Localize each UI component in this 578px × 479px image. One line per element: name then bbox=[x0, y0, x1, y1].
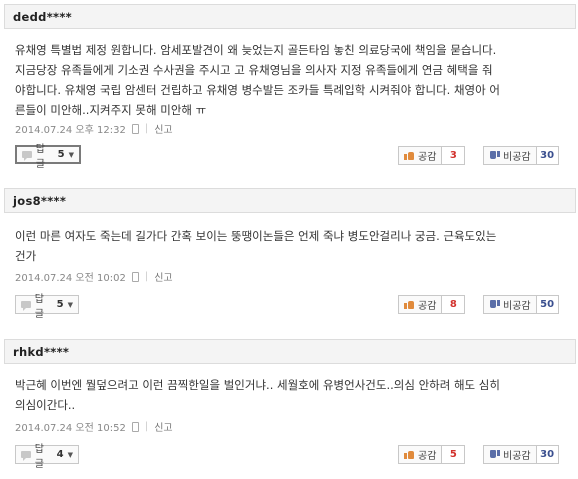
thumbs-down-icon bbox=[489, 299, 500, 310]
mobile-icon bbox=[131, 123, 139, 134]
reply-button[interactable]: 답글 5 ▼ bbox=[15, 294, 79, 320]
comment-line: 야합니다. 유채영 국립 암센터 건립하고 유채영 병수발든 조카들 특례입학 … bbox=[15, 83, 500, 97]
report-link[interactable]: 신고 bbox=[154, 269, 172, 284]
caret-down-icon: ▼ bbox=[67, 300, 73, 309]
thumbs-down-icon bbox=[489, 150, 500, 161]
like-button[interactable]: 공감 bbox=[398, 146, 443, 165]
dislike-label: 비공감 bbox=[503, 301, 531, 312]
speech-bubble-icon bbox=[21, 451, 31, 461]
comment-date: 2014.07.24 오후 12:32 bbox=[15, 125, 126, 136]
divider: | bbox=[144, 123, 149, 134]
thumbs-up-icon bbox=[404, 299, 415, 310]
like-label: 공감 bbox=[418, 451, 437, 462]
comment-meta: 2014.07.24 오전 10:02 | 신고 bbox=[15, 269, 173, 284]
reply-label: 답글 bbox=[34, 293, 44, 320]
dislike-label: 비공감 bbox=[503, 451, 531, 462]
report-link[interactable]: 신고 bbox=[154, 419, 172, 434]
mobile-icon bbox=[131, 421, 139, 432]
divider: | bbox=[144, 421, 149, 432]
dislike-count: 50 bbox=[536, 295, 559, 314]
like-group: 공감 5 bbox=[398, 445, 466, 464]
comment-line: 건가 bbox=[15, 249, 37, 263]
comment-date: 2014.07.24 오전 10:52 bbox=[15, 423, 126, 434]
reply-button[interactable]: 답글 5 ▼ bbox=[15, 144, 81, 170]
thumbs-up-icon bbox=[404, 449, 415, 460]
caret-down-icon: ▼ bbox=[68, 150, 74, 159]
dislike-group: 비공감 30 bbox=[483, 445, 559, 464]
comment-meta: 2014.07.24 오후 12:32 | 신고 bbox=[15, 121, 173, 136]
like-button[interactable]: 공감 bbox=[398, 295, 443, 314]
comment-header: rhkd**** bbox=[4, 339, 576, 364]
reply-label: 답글 bbox=[34, 443, 44, 470]
dislike-group: 비공감 50 bbox=[483, 295, 559, 314]
comment-line: 이런 마른 여자도 죽는데 길가다 간혹 보이는 뚱땡이논들은 언제 죽냐 병도… bbox=[15, 229, 497, 243]
comment-line: 유채영 특별법 제정 원합니다. 암세포발견이 왜 늦었는지 골든타임 놓친 의… bbox=[15, 43, 497, 57]
thumbs-down-icon bbox=[489, 449, 500, 460]
like-count: 3 bbox=[442, 146, 466, 165]
comment-text: 이런 마른 여자도 죽는데 길가다 간혹 보이는 뚱땡이논들은 언제 죽냐 병도… bbox=[15, 226, 563, 266]
comment-line: 른들이 미안해..지켜주지 못해 미안해 ㅠ bbox=[15, 103, 207, 117]
reply-count: 5 bbox=[57, 149, 65, 160]
dislike-count: 30 bbox=[536, 445, 559, 464]
comment-header: dedd**** bbox=[4, 4, 576, 29]
divider: | bbox=[144, 271, 149, 282]
like-count: 5 bbox=[442, 445, 466, 464]
comment-line: 지금당장 유족들에게 기소권 수사권을 주시고 고 유채영님을 의사자 지정 유… bbox=[15, 63, 493, 77]
caret-down-icon: ▼ bbox=[67, 450, 73, 459]
comment-line: 의심이간다.. bbox=[15, 398, 76, 412]
comment-username[interactable]: rhkd**** bbox=[13, 345, 69, 359]
like-button[interactable]: 공감 bbox=[398, 445, 443, 464]
reply-count: 5 bbox=[56, 299, 64, 310]
dislike-button[interactable]: 비공감 bbox=[483, 295, 537, 314]
comment-text: 박근혜 이번엔 뭘덮으려고 이런 끔찍한일을 벌인거냐.. 세월호에 유병언사건… bbox=[15, 375, 563, 415]
reply-count: 4 bbox=[56, 449, 64, 460]
like-label: 공감 bbox=[418, 301, 437, 312]
comment-date: 2014.07.24 오전 10:02 bbox=[15, 273, 126, 284]
mobile-icon bbox=[131, 271, 139, 282]
comment-username[interactable]: jos8**** bbox=[13, 194, 66, 208]
comment-header: jos8**** bbox=[4, 188, 576, 213]
comment-text: 유채영 특별법 제정 원합니다. 암세포발견이 왜 늦었는지 골든타임 놓친 의… bbox=[15, 40, 563, 120]
like-label: 공감 bbox=[418, 152, 437, 163]
comment-username[interactable]: dedd**** bbox=[13, 10, 72, 24]
report-link[interactable]: 신고 bbox=[154, 121, 172, 136]
dislike-button[interactable]: 비공감 bbox=[483, 146, 537, 165]
reply-label: 답글 bbox=[35, 143, 45, 170]
like-group: 공감 8 bbox=[398, 295, 466, 314]
speech-bubble-icon bbox=[21, 301, 31, 311]
dislike-group: 비공감 30 bbox=[483, 146, 559, 165]
comment-meta: 2014.07.24 오전 10:52 | 신고 bbox=[15, 419, 173, 434]
thumbs-up-icon bbox=[404, 150, 415, 161]
like-count: 8 bbox=[442, 295, 466, 314]
like-group: 공감 3 bbox=[398, 146, 466, 165]
comment-line: 박근혜 이번엔 뭘덮으려고 이런 끔찍한일을 벌인거냐.. 세월호에 유병언사건… bbox=[15, 378, 500, 392]
reply-button[interactable]: 답글 4 ▼ bbox=[15, 444, 79, 470]
dislike-button[interactable]: 비공감 bbox=[483, 445, 537, 464]
dislike-label: 비공감 bbox=[503, 152, 531, 163]
dislike-count: 30 bbox=[536, 146, 559, 165]
speech-bubble-icon bbox=[22, 151, 32, 161]
